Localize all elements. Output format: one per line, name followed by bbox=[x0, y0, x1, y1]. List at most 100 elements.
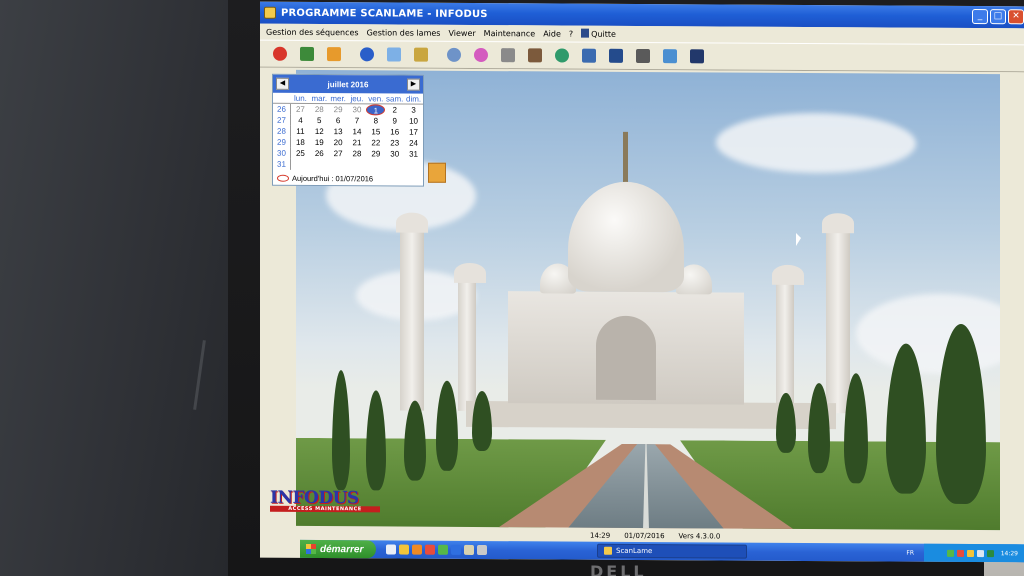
language-indicator[interactable]: FR bbox=[906, 549, 914, 556]
next-month-button[interactable]: ▶ bbox=[406, 78, 420, 91]
quicklaunch-icon[interactable] bbox=[412, 544, 422, 555]
layers-button[interactable] bbox=[297, 44, 317, 64]
puzzle-button[interactable] bbox=[411, 45, 431, 65]
image-stack-button[interactable] bbox=[384, 44, 404, 64]
monitor-screen: PROGRAMME SCANLAME - INFODUS _ □ ✕ Gesti… bbox=[260, 1, 1024, 563]
play-button[interactable] bbox=[357, 44, 377, 64]
quicklaunch-icon[interactable] bbox=[477, 544, 487, 556]
status-time: 14:29 bbox=[590, 531, 611, 540]
scan-icon bbox=[447, 47, 461, 62]
calendar-day[interactable]: 25 bbox=[291, 148, 310, 159]
calendar-day[interactable]: 29 bbox=[366, 148, 385, 159]
tray-icon[interactable] bbox=[986, 549, 994, 557]
calendar-day[interactable]: 11 bbox=[291, 126, 310, 137]
today-label: Aujourd'hui : 01/07/2016 bbox=[292, 173, 374, 184]
quicklaunch-icon[interactable] bbox=[464, 544, 474, 555]
globe-button[interactable] bbox=[552, 45, 572, 65]
calendar-dropdown-button[interactable] bbox=[428, 162, 446, 183]
day-name: lun. bbox=[291, 92, 310, 104]
maximize-button[interactable]: □ bbox=[990, 9, 1006, 25]
menu-viewer[interactable]: Viewer bbox=[448, 28, 475, 37]
calendar-day[interactable]: 24 bbox=[404, 138, 423, 149]
calendar-day[interactable]: 4 bbox=[291, 115, 310, 126]
calendar-day[interactable]: 12 bbox=[310, 126, 329, 137]
prev-month-button[interactable]: ◀ bbox=[276, 77, 289, 90]
quicklaunch-icon[interactable] bbox=[425, 544, 435, 555]
menu-aide[interactable]: Aide bbox=[543, 29, 561, 38]
search-image-icon bbox=[663, 49, 677, 64]
calendar-day[interactable]: 27 bbox=[291, 104, 310, 115]
mouse-cursor bbox=[796, 232, 801, 246]
calendar-day[interactable]: 30 bbox=[385, 148, 404, 159]
slide-button[interactable] bbox=[525, 45, 545, 65]
wrench-button[interactable] bbox=[498, 45, 518, 65]
menu-sequences[interactable]: Gestion des séquences bbox=[266, 27, 359, 37]
calendar-day[interactable]: 28 bbox=[348, 148, 367, 159]
calendar-day[interactable]: 22 bbox=[366, 137, 385, 148]
calendar-widget: ◀ juillet 2016 ▶ lun. mar. mer. jeu. ven… bbox=[272, 73, 424, 187]
tray-icon[interactable] bbox=[966, 549, 974, 557]
calendar-day[interactable]: 9 bbox=[385, 115, 404, 126]
calendar-day[interactable]: 7 bbox=[348, 115, 367, 126]
calculator-button[interactable] bbox=[633, 46, 653, 66]
calendar-day[interactable]: 2 bbox=[385, 104, 404, 115]
calendar-day[interactable]: 19 bbox=[310, 137, 329, 148]
power-button[interactable] bbox=[270, 44, 290, 64]
calendar-day[interactable]: 16 bbox=[385, 126, 404, 137]
list-button[interactable] bbox=[324, 44, 344, 64]
quicklaunch-icon[interactable] bbox=[451, 544, 461, 555]
slide-icon bbox=[528, 48, 542, 63]
calendar-day[interactable]: 18 bbox=[291, 137, 310, 148]
calendar-day[interactable]: 13 bbox=[329, 126, 348, 137]
quicklaunch-icon[interactable] bbox=[399, 544, 409, 555]
start-button[interactable]: démarrer bbox=[300, 539, 376, 559]
calendar-day[interactable]: 14 bbox=[348, 126, 367, 137]
calendar-day[interactable]: 8 bbox=[366, 115, 385, 126]
calendar-month: juillet 2016 bbox=[327, 79, 369, 89]
app-icon bbox=[264, 6, 276, 19]
minimize-button[interactable]: _ bbox=[972, 9, 988, 25]
tray-clock[interactable]: 14:29 bbox=[1001, 550, 1018, 557]
menu-maintenance[interactable]: Maintenance bbox=[484, 29, 536, 38]
scan-button[interactable] bbox=[444, 45, 464, 65]
image-stack-icon bbox=[387, 47, 401, 62]
close-tools-button[interactable] bbox=[606, 46, 626, 66]
calendar-day[interactable]: 20 bbox=[329, 137, 348, 148]
calendar-day[interactable]: 27 bbox=[329, 148, 348, 159]
tray-icon[interactable] bbox=[976, 549, 984, 557]
list-icon bbox=[327, 47, 341, 62]
calendar-day[interactable]: 31 bbox=[404, 149, 423, 160]
calendar-day[interactable]: 26 bbox=[310, 148, 329, 159]
calendar-day[interactable]: 6 bbox=[329, 115, 348, 126]
calendar-day[interactable]: 21 bbox=[348, 137, 367, 148]
calendar-day[interactable]: 3 bbox=[404, 105, 423, 116]
calendar-day[interactable]: 17 bbox=[404, 127, 423, 138]
taskbar-app-scanlame[interactable]: ScanLame bbox=[597, 543, 747, 559]
calendar-day[interactable]: 5 bbox=[310, 115, 329, 126]
tools-button[interactable] bbox=[579, 46, 599, 66]
tray-icon[interactable] bbox=[946, 549, 954, 557]
menu-lames[interactable]: Gestion des lames bbox=[367, 28, 441, 37]
app-icon bbox=[604, 546, 612, 555]
calendar-day[interactable]: 30 bbox=[348, 104, 367, 115]
tray-icon[interactable] bbox=[956, 549, 964, 557]
menu-quit[interactable]: Quitte bbox=[581, 28, 616, 39]
quicklaunch-icon[interactable] bbox=[386, 544, 396, 555]
menu-help[interactable]: ? bbox=[569, 29, 573, 38]
calendar-day[interactable]: 15 bbox=[366, 126, 385, 137]
calendar-today-footer[interactable]: Aujourd'hui : 01/07/2016 bbox=[277, 173, 374, 184]
day-name: sam. bbox=[385, 93, 405, 105]
windows-logo-icon bbox=[306, 543, 316, 555]
globe-icon bbox=[555, 48, 569, 63]
exit-button[interactable] bbox=[687, 46, 707, 66]
calendar-day[interactable]: 29 bbox=[329, 104, 348, 115]
quicklaunch-icon[interactable] bbox=[438, 544, 448, 555]
search-image-button[interactable] bbox=[660, 46, 680, 66]
calendar-day[interactable]: 10 bbox=[404, 116, 423, 127]
color-button[interactable] bbox=[471, 45, 491, 65]
calendar-day[interactable]: 28 bbox=[310, 104, 329, 115]
calendar-day-today[interactable]: 1 bbox=[366, 104, 386, 116]
calendar-day[interactable]: 23 bbox=[385, 137, 404, 148]
window-title: PROGRAMME SCANLAME - INFODUS bbox=[281, 7, 488, 20]
close-button[interactable]: ✕ bbox=[1008, 9, 1024, 25]
